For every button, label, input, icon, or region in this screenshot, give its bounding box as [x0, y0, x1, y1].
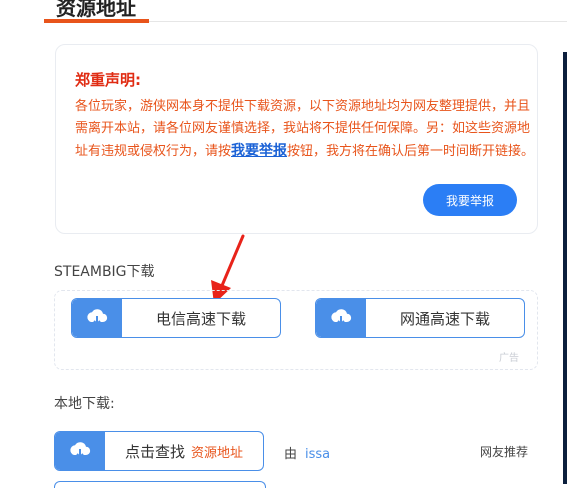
cloud-download-icon — [55, 432, 105, 470]
disclaimer-notice: 郑重声明: 各位玩家，游侠网本身不提供下载资源，以下资源地址均为网友整理提供，并… — [55, 44, 538, 234]
section-divider — [149, 21, 567, 22]
notice-text-after: 按钮，我方将在确认后第一时间断开链接。 — [287, 144, 535, 159]
recommend-label: 网友推荐 — [480, 445, 529, 459]
report-link[interactable]: 我要举报 — [231, 143, 287, 159]
uploader-info: 由 issa — [284, 443, 330, 462]
find-resource-text: 点击查找 — [124, 442, 185, 461]
steam-section-label: STEAMBIG下载 — [54, 264, 155, 280]
uploader-link[interactable]: issa — [305, 447, 330, 462]
ad-label: 广告 — [499, 353, 519, 364]
netcom-download-label: 网通高速下载 — [399, 309, 490, 328]
notice-title: 郑重声明: — [75, 71, 141, 89]
section-title-underline — [44, 19, 149, 23]
find-resource-label: 点击查找 资源地址 — [105, 432, 263, 470]
next-download-button[interactable] — [54, 481, 266, 488]
telecom-download-label: 电信高速下载 — [155, 309, 246, 328]
telecom-download-button[interactable]: 电信高速下载 — [71, 298, 281, 338]
report-button[interactable]: 我要举报 — [423, 184, 517, 216]
resource-address-tag: 资源地址 — [191, 445, 244, 461]
notice-body: 各位玩家，游侠网本身不提供下载资源，以下资源地址均为网友整理提供，并且需离开本站… — [75, 96, 535, 163]
section-title: 资源地址 — [56, 0, 136, 20]
cloud-download-icon — [316, 299, 366, 337]
find-resource-button[interactable]: 点击查找 资源地址 — [54, 431, 264, 471]
right-edge-strip — [563, 52, 567, 484]
netcom-download-button[interactable]: 网通高速下载 — [315, 298, 525, 338]
local-download-label: 本地下载: — [54, 396, 115, 412]
uploader-prefix: 由 — [284, 447, 298, 462]
cloud-download-icon — [72, 299, 122, 337]
